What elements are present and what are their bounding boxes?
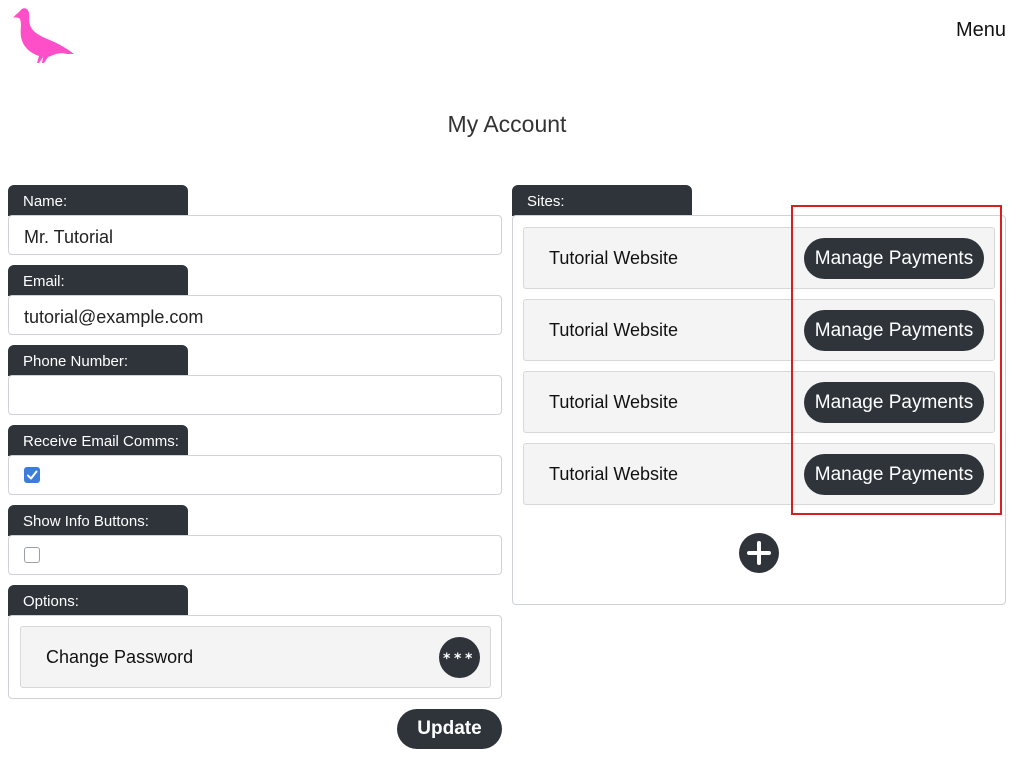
site-name: Tutorial Website (549, 248, 679, 268)
change-password-row[interactable]: Change Password * * * (20, 626, 491, 688)
update-button[interactable]: Update (397, 709, 502, 749)
change-password-button[interactable]: * * * (439, 637, 480, 678)
manage-payments-button[interactable]: Manage Payments (804, 454, 984, 495)
show-info-buttons-label: Show Info Buttons: (8, 505, 188, 536)
page-title: My Account (447, 111, 567, 137)
site-row: Tutorial Website Manage Payments (523, 371, 995, 433)
svg-text:*: * (443, 651, 451, 667)
plus-icon (747, 541, 771, 565)
site-name: Tutorial Website (549, 464, 679, 484)
pigeon-logo[interactable] (12, 7, 76, 65)
options-label: Options: (8, 585, 188, 616)
manage-payments-button[interactable]: Manage Payments (804, 310, 984, 351)
show-info-buttons-checkbox[interactable] (24, 547, 40, 563)
sites-label: Sites: (512, 185, 692, 216)
phone-field[interactable] (8, 375, 502, 415)
name-label: Name: (8, 185, 188, 216)
add-site-button[interactable] (739, 533, 779, 573)
svg-text:*: * (465, 651, 473, 667)
site-row: Tutorial Website Manage Payments (523, 299, 995, 361)
site-row: Tutorial Website Manage Payments (523, 443, 995, 505)
asterisks-icon: * * * (443, 651, 473, 667)
name-field[interactable]: Mr. Tutorial (8, 215, 502, 255)
manage-payments-button[interactable]: Manage Payments (804, 382, 984, 423)
options-panel: Change Password * * * (8, 615, 502, 699)
show-info-buttons-container (8, 535, 502, 575)
site-row: Tutorial Website Manage Payments (523, 227, 995, 289)
site-name: Tutorial Website (549, 392, 679, 412)
site-name: Tutorial Website (549, 320, 679, 340)
phone-label: Phone Number: (8, 345, 188, 376)
checkmark-icon (27, 470, 38, 480)
receive-email-comms-container (8, 455, 502, 495)
change-password-label: Change Password (46, 647, 194, 667)
email-field[interactable]: tutorial@example.com (8, 295, 502, 335)
manage-payments-button[interactable]: Manage Payments (804, 238, 984, 279)
svg-text:*: * (454, 651, 462, 667)
receive-email-comms-checkbox[interactable] (24, 467, 40, 483)
menu-button[interactable]: Menu (956, 19, 1006, 42)
email-label: Email: (8, 265, 188, 296)
receive-email-comms-label: Receive Email Comms: (8, 425, 188, 456)
sites-panel: Tutorial Website Manage Payments Tutoria… (512, 215, 1006, 605)
